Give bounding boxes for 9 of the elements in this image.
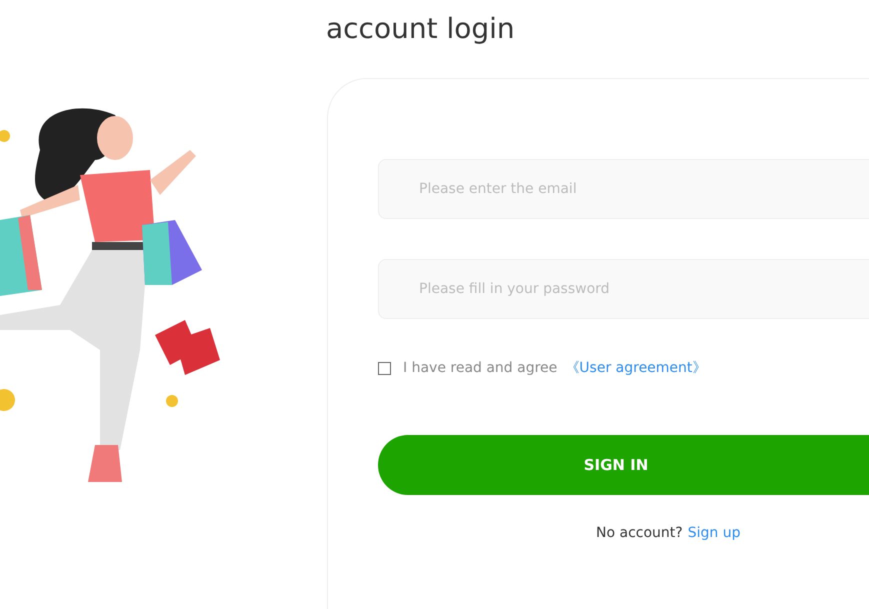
sign-in-button[interactable]: SIGN IN — [378, 435, 869, 495]
no-account-label: No account? — [596, 525, 683, 541]
user-agreement-link[interactable]: 《User agreement》 — [565, 359, 706, 377]
page-title: account login — [325, 11, 515, 47]
email-field[interactable]: Please enter the email — [378, 159, 869, 219]
sign-up-link[interactable]: Sign up — [688, 525, 740, 541]
agreement-checkbox[interactable] — [378, 362, 391, 374]
agreement-label: I have read and agree — [403, 360, 558, 376]
password-field[interactable]: Please fill in your password — [378, 259, 869, 319]
